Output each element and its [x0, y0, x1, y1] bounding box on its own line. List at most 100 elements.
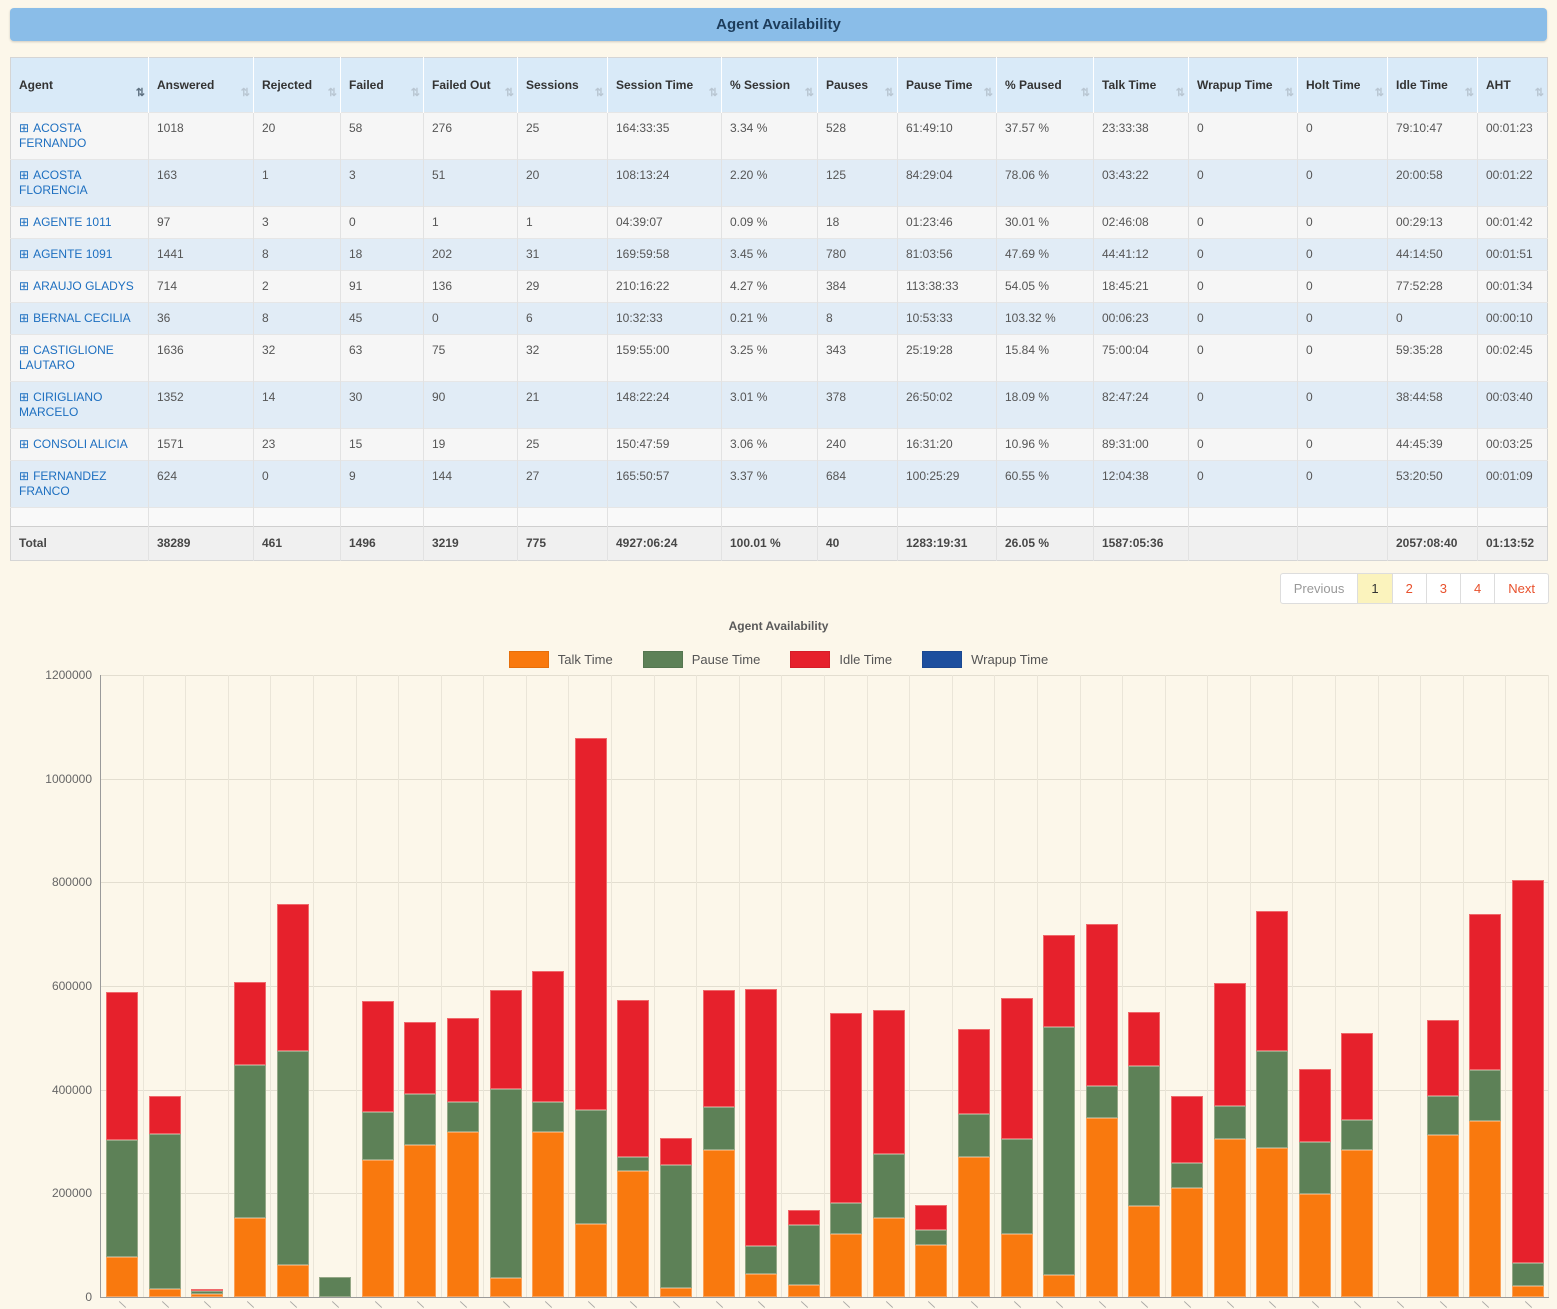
bar-segment-idle-time[interactable]	[277, 904, 309, 1052]
bar-segment-talk-time[interactable]	[1299, 1194, 1331, 1297]
bar-segment-talk-time[interactable]	[1001, 1234, 1033, 1297]
bar-segment-pause-time[interactable]	[532, 1102, 564, 1133]
bar-segment-talk-time[interactable]	[149, 1289, 181, 1297]
bar-segment-talk-time[interactable]	[1341, 1150, 1373, 1297]
bar-segment-pause-time[interactable]	[1086, 1086, 1118, 1119]
bar-segment-idle-time[interactable]	[1427, 1020, 1459, 1096]
column-header-sessions[interactable]: Sessions⇅	[518, 58, 608, 113]
sort-icon[interactable]: ⇅	[595, 86, 604, 101]
expand-row-icon[interactable]: ⊞	[19, 121, 29, 135]
bar-segment-idle-time[interactable]	[532, 971, 564, 1102]
bar-segment-pause-time[interactable]	[575, 1110, 607, 1224]
bar-segment-talk-time[interactable]	[532, 1132, 564, 1297]
agent-link[interactable]: ⊞AGENTE 1011	[19, 215, 112, 229]
bar-segment-pause-time[interactable]	[106, 1140, 138, 1256]
column-header-aht[interactable]: AHT⇅	[1478, 58, 1548, 113]
column-header-wrapup-time[interactable]: Wrapup Time⇅	[1189, 58, 1298, 113]
bar-segment-talk-time[interactable]	[1086, 1118, 1118, 1297]
bar-segment-talk-time[interactable]	[447, 1132, 479, 1297]
bar-segment-pause-time[interactable]	[404, 1094, 436, 1144]
bar-segment-idle-time[interactable]	[1512, 880, 1544, 1263]
bar-segment-pause-time[interactable]	[447, 1102, 479, 1133]
sort-icon[interactable]: ⇅	[328, 86, 337, 101]
bar-segment-idle-time[interactable]	[575, 738, 607, 1110]
bar-segment-talk-time[interactable]	[1171, 1188, 1203, 1297]
agent-link[interactable]: ⊞CIRIGLIANO MARCELO	[19, 390, 102, 419]
agent-link[interactable]: ⊞ARAUJO GLADYS	[19, 279, 134, 293]
bar-segment-idle-time[interactable]	[873, 1010, 905, 1154]
expand-row-icon[interactable]: ⊞	[19, 390, 29, 404]
bar-segment-pause-time[interactable]	[1512, 1263, 1544, 1286]
bar-segment-talk-time[interactable]	[191, 1294, 223, 1297]
column-header-rejected[interactable]: Rejected⇅	[254, 58, 341, 113]
bar-segment-talk-time[interactable]	[404, 1145, 436, 1297]
agent-link[interactable]: ⊞CONSOLI ALICIA	[19, 437, 128, 451]
column-header-session-time[interactable]: Session Time⇅	[608, 58, 722, 113]
expand-row-icon[interactable]: ⊞	[19, 247, 29, 261]
bar-segment-pause-time[interactable]	[149, 1134, 181, 1290]
bar-segment-pause-time[interactable]	[191, 1291, 223, 1294]
bar-segment-idle-time[interactable]	[1128, 1012, 1160, 1066]
bar-segment-pause-time[interactable]	[703, 1107, 735, 1150]
agent-link[interactable]: ⊞CASTIGLIONE LAUTARO	[19, 343, 114, 372]
bar-segment-idle-time[interactable]	[149, 1096, 181, 1134]
bar-segment-talk-time[interactable]	[873, 1218, 905, 1297]
column-header-agent[interactable]: Agent⇅	[11, 58, 149, 113]
column-header-failed[interactable]: Failed⇅	[341, 58, 424, 113]
bar-segment-pause-time[interactable]	[1341, 1120, 1373, 1150]
bar-segment-talk-time[interactable]	[1469, 1121, 1501, 1297]
expand-row-icon[interactable]: ⊞	[19, 343, 29, 357]
pagination-next-button[interactable]: Next	[1494, 573, 1549, 604]
bar-segment-pause-time[interactable]	[362, 1112, 394, 1160]
column-header-pause-time[interactable]: Pause Time⇅	[898, 58, 997, 113]
bar-segment-pause-time[interactable]	[617, 1157, 649, 1171]
bar-segment-pause-time[interactable]	[1043, 1027, 1075, 1275]
column-header-failed-out[interactable]: Failed Out⇅	[424, 58, 518, 113]
bar-segment-pause-time[interactable]	[660, 1165, 692, 1287]
bar-segment-idle-time[interactable]	[1001, 998, 1033, 1139]
bar-segment-idle-time[interactable]	[234, 982, 266, 1065]
expand-row-icon[interactable]: ⊞	[19, 279, 29, 293]
expand-row-icon[interactable]: ⊞	[19, 469, 29, 483]
column-header-session[interactable]: % Session⇅	[722, 58, 818, 113]
bar-segment-pause-time[interactable]	[277, 1051, 309, 1265]
bar-segment-idle-time[interactable]	[1171, 1096, 1203, 1163]
bar-segment-talk-time[interactable]	[362, 1160, 394, 1297]
bar-segment-idle-time[interactable]	[362, 1001, 394, 1112]
pagination-previous-button[interactable]: Previous	[1280, 573, 1359, 604]
bar-segment-idle-time[interactable]	[1086, 924, 1118, 1086]
column-header-paused[interactable]: % Paused⇅	[997, 58, 1094, 113]
bar-segment-pause-time[interactable]	[234, 1065, 266, 1217]
agent-link[interactable]: ⊞BERNAL CECILIA	[19, 311, 131, 325]
bar-segment-talk-time[interactable]	[830, 1234, 862, 1297]
bar-segment-talk-time[interactable]	[617, 1171, 649, 1297]
bar-segment-pause-time[interactable]	[958, 1114, 990, 1158]
bar-segment-pause-time[interactable]	[830, 1203, 862, 1234]
bar-segment-talk-time[interactable]	[1427, 1135, 1459, 1297]
bar-segment-idle-time[interactable]	[1341, 1033, 1373, 1120]
bar-segment-talk-time[interactable]	[915, 1245, 947, 1297]
pagination-page-4[interactable]: 4	[1460, 573, 1495, 604]
bar-segment-talk-time[interactable]	[234, 1218, 266, 1297]
bar-segment-pause-time[interactable]	[745, 1246, 777, 1274]
legend-item-wrapup-time[interactable]: Wrapup Time	[922, 651, 1048, 668]
column-header-pauses[interactable]: Pauses⇅	[818, 58, 898, 113]
bar-segment-talk-time[interactable]	[1128, 1206, 1160, 1297]
column-header-idle-time[interactable]: Idle Time⇅	[1388, 58, 1478, 113]
bar-segment-talk-time[interactable]	[958, 1157, 990, 1297]
bar-segment-pause-time[interactable]	[788, 1225, 820, 1285]
bar-segment-idle-time[interactable]	[404, 1022, 436, 1095]
bar-segment-idle-time[interactable]	[788, 1210, 820, 1225]
bar-segment-idle-time[interactable]	[703, 990, 735, 1108]
expand-row-icon[interactable]: ⊞	[19, 168, 29, 182]
bar-segment-idle-time[interactable]	[915, 1205, 947, 1230]
bar-segment-idle-time[interactable]	[1214, 983, 1246, 1106]
bar-segment-pause-time[interactable]	[873, 1154, 905, 1218]
sort-icon[interactable]: ⇅	[241, 86, 250, 101]
bar-segment-talk-time[interactable]	[660, 1288, 692, 1297]
bar-segment-pause-time[interactable]	[1171, 1163, 1203, 1188]
sort-icon[interactable]: ⇅	[411, 86, 420, 101]
bar-segment-talk-time[interactable]	[277, 1265, 309, 1297]
sort-icon[interactable]: ⇅	[1465, 86, 1474, 101]
sort-icon[interactable]: ⇅	[505, 86, 514, 101]
